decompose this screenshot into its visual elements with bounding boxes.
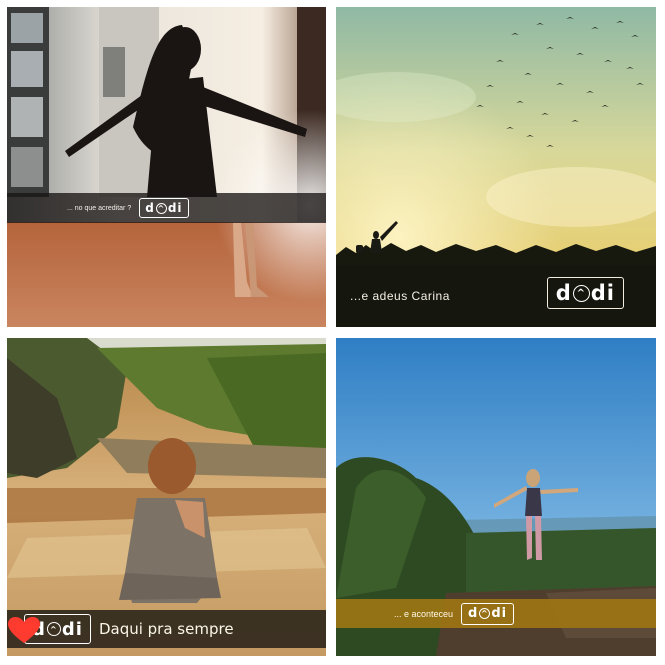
caption-text: Daqui pra sempre bbox=[98, 620, 234, 638]
caption-bar: ... no que acreditar ? d ^ di bbox=[7, 193, 326, 223]
dodi-logo: d ^ di bbox=[461, 602, 515, 625]
caption-bar: ... e aconteceu d ^ di bbox=[336, 599, 656, 628]
caption-text: ... e aconteceu bbox=[394, 608, 454, 619]
caption-text: ... no que acreditar ? bbox=[67, 204, 132, 212]
caption-bar: ...e adeus Carina d ^ di bbox=[336, 265, 656, 327]
dodi-logo: d ^ di bbox=[139, 198, 189, 218]
river-woman-photo bbox=[7, 338, 326, 656]
caption-bar: d ^ di Daqui pra sempre bbox=[7, 610, 326, 648]
window-woman-photo bbox=[7, 7, 326, 327]
photo-tile-river[interactable]: d ^ di Daqui pra sempre bbox=[7, 338, 326, 656]
photo-tile-cliff[interactable]: ... e aconteceu d ^ di bbox=[336, 338, 656, 656]
heart-icon[interactable] bbox=[7, 616, 41, 644]
photo-tile-window[interactable]: ... no que acreditar ? d ^ di bbox=[7, 7, 326, 327]
caption-text: ...e adeus Carina bbox=[350, 289, 450, 303]
photo-tile-sunset[interactable]: ...e adeus Carina d ^ di bbox=[336, 7, 656, 327]
dodi-logo: d ^ di bbox=[546, 277, 624, 309]
